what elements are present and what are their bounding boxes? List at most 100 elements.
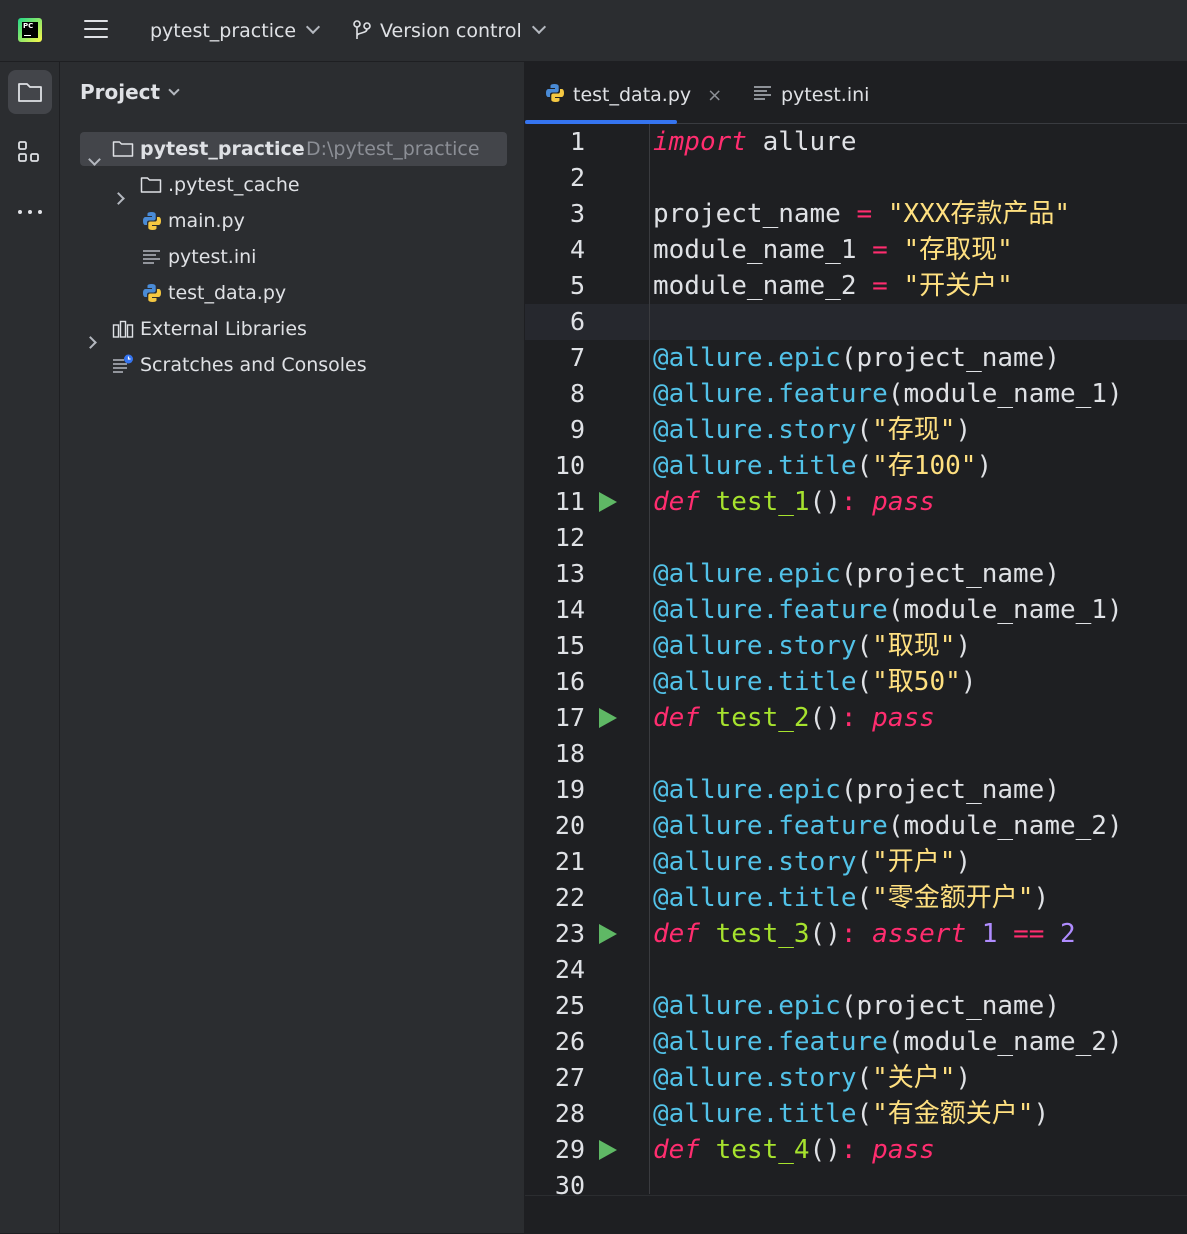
- structure-tool-button[interactable]: [8, 130, 52, 174]
- tree-item-main-py[interactable]: main.py: [80, 204, 507, 238]
- code-text: @allure.story("取现"): [653, 628, 971, 664]
- main-menu-button[interactable]: [84, 20, 108, 40]
- code-token: 1: [981, 919, 998, 949]
- code-text: @allure.feature(module_name_1): [653, 376, 1123, 412]
- tree-item-pytest-practice[interactable]: pytest_practice D:\pytest_practice: [80, 132, 507, 166]
- code-line[interactable]: 1 import allure: [525, 124, 1187, 160]
- code-token: @allure.story: [653, 847, 857, 877]
- line-number: 14: [554, 595, 585, 624]
- project-tool-button[interactable]: [8, 70, 52, 114]
- code-line[interactable]: 5 module_name_2 = "开关户": [525, 268, 1187, 304]
- code-token: =: [872, 235, 888, 265]
- code-line[interactable]: 16 @allure.title("取50"): [525, 664, 1187, 700]
- code-line[interactable]: 14 @allure.feature(module_name_1): [525, 592, 1187, 628]
- code-token: (): [809, 919, 841, 949]
- code-token: :: [840, 487, 857, 517]
- code-token: (: [856, 847, 873, 877]
- code-line[interactable]: 22 @allure.title("零金额开户"): [525, 880, 1187, 916]
- project-switcher[interactable]: pytest_practice: [150, 18, 321, 44]
- code-text: @allure.title("存100"): [653, 448, 992, 484]
- line-number: 4: [569, 235, 585, 264]
- tab-pytest-ini[interactable]: pytest.ini: [753, 62, 869, 124]
- run-test-icon[interactable]: [599, 492, 617, 512]
- code-line[interactable]: 29 def test_4(): pass: [525, 1132, 1187, 1168]
- code-token: (: [856, 1063, 873, 1093]
- close-icon[interactable]: ×: [707, 85, 722, 106]
- code-line[interactable]: 2: [525, 160, 1187, 196]
- line-number: 3: [569, 199, 585, 228]
- line-number: 5: [569, 271, 585, 300]
- code-token: ): [955, 415, 972, 445]
- code-line[interactable]: 21 @allure.story("开户"): [525, 844, 1187, 880]
- run-test-icon[interactable]: [599, 924, 617, 944]
- tree-item-scratches[interactable]: Scratches and Consoles: [80, 348, 507, 382]
- code-token: ): [960, 667, 977, 697]
- code-token: test_3: [715, 919, 810, 949]
- code-line[interactable]: 15 @allure.story("取现"): [525, 628, 1187, 664]
- code-line[interactable]: 19 @allure.epic(project_name): [525, 772, 1187, 808]
- line-number: 8: [569, 379, 585, 408]
- code-token: :: [840, 919, 857, 949]
- code-token: import: [653, 127, 747, 157]
- project-panel-title[interactable]: Project: [80, 80, 180, 104]
- code-line[interactable]: 25 @allure.epic(project_name): [525, 988, 1187, 1024]
- more-tools-button[interactable]: [8, 190, 52, 234]
- code-line[interactable]: 9 @allure.story("存现"): [525, 412, 1187, 448]
- code-line[interactable]: 3 project_name = "XXX存款产品": [525, 196, 1187, 232]
- run-test-icon[interactable]: [599, 708, 617, 728]
- code-token: @allure.story: [653, 415, 857, 445]
- code-line[interactable]: 23 def test_3(): assert 1 == 2: [525, 916, 1187, 952]
- tree-item-external-libraries[interactable]: External Libraries: [80, 312, 507, 349]
- line-number: 1: [569, 127, 585, 156]
- line-number: 19: [554, 775, 585, 804]
- code-token: (: [856, 1099, 873, 1129]
- code-token: test_1: [715, 487, 810, 517]
- code-line[interactable]: 27 @allure.story("关户"): [525, 1060, 1187, 1096]
- code-line[interactable]: 24: [525, 952, 1187, 988]
- code-token: "关户": [872, 1063, 956, 1093]
- code-line[interactable]: 13 @allure.epic(project_name): [525, 556, 1187, 592]
- code-text: @allure.epic(project_name): [653, 340, 1060, 376]
- code-text: @allure.feature(module_name_2): [653, 1024, 1123, 1060]
- code-line[interactable]: 8 @allure.feature(module_name_1): [525, 376, 1187, 412]
- tree-item-pytest-cache[interactable]: .pytest_cache: [80, 168, 507, 205]
- code-line[interactable]: 17 def test_2(): pass: [525, 700, 1187, 736]
- code-token: pass: [872, 703, 935, 733]
- horizontal-scrollbar-area[interactable]: [525, 1195, 1187, 1234]
- code-token: (project_name): [840, 991, 1060, 1021]
- tree-item-label: pytest_practice: [140, 138, 305, 160]
- more-horizontal-icon: [18, 210, 42, 214]
- code-line[interactable]: 28 @allure.title("有金额关户"): [525, 1096, 1187, 1132]
- version-control-menu[interactable]: Version control: [352, 18, 546, 44]
- code-line[interactable]: 4 module_name_1 = "存取现": [525, 232, 1187, 268]
- code-line[interactable]: 18: [525, 736, 1187, 772]
- code-token: :: [840, 1135, 857, 1165]
- code-token: (module_name_1): [887, 595, 1123, 625]
- line-number: 27: [554, 1063, 585, 1092]
- code-line[interactable]: 11 def test_1(): pass: [525, 484, 1187, 520]
- run-test-icon[interactable]: [599, 1140, 617, 1160]
- code-line[interactable]: 7 @allure.epic(project_name): [525, 340, 1187, 376]
- tree-item-pytest-ini[interactable]: pytest.ini: [80, 240, 507, 274]
- code-token: @allure.title: [653, 1099, 857, 1129]
- code-token: project_name: [653, 199, 857, 229]
- code-line[interactable]: 6: [525, 304, 1187, 340]
- line-number: 13: [554, 559, 585, 588]
- text-file-icon: [143, 250, 160, 264]
- code-line[interactable]: 12: [525, 520, 1187, 556]
- chevron-down-icon: [306, 19, 321, 35]
- tree-item-test-data-py[interactable]: test_data.py: [80, 276, 507, 310]
- code-line[interactable]: 20 @allure.feature(module_name_2): [525, 808, 1187, 844]
- line-number: 21: [554, 847, 585, 876]
- code-line[interactable]: 26 @allure.feature(module_name_2): [525, 1024, 1187, 1060]
- code-line[interactable]: 10 @allure.title("存100"): [525, 448, 1187, 484]
- code-text: project_name = "XXX存款产品": [653, 196, 1070, 232]
- tab-test-data-py[interactable]: test_data.py ×: [545, 62, 722, 124]
- version-control-label: Version control: [380, 20, 522, 42]
- pycharm-logo-icon[interactable]: PC: [18, 18, 42, 42]
- code-area[interactable]: 1 import allure 2 3 project_name = "XXX存款产品"…: [525, 124, 1187, 1199]
